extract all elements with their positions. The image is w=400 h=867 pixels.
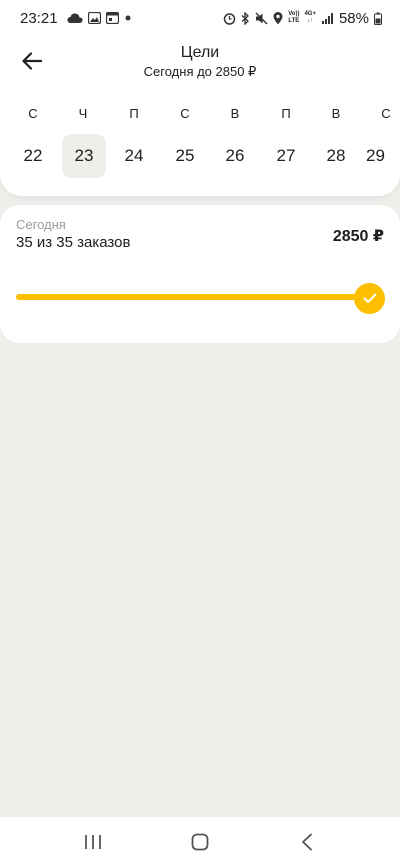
location-icon: [273, 11, 283, 25]
mute-icon: [255, 12, 268, 25]
page-subtitle: Сегодня до 2850 ₽: [143, 64, 257, 79]
goal-period-label: Сегодня: [16, 217, 66, 232]
volte-indicator: Vo)) LTE: [288, 11, 299, 25]
calendar-day[interactable]: 22: [11, 134, 55, 178]
network-indicator: 4G+ ↓↑: [304, 11, 316, 25]
calendar-day[interactable]: 25: [163, 134, 207, 178]
calendar-day[interactable]: 29: [366, 134, 400, 178]
weekday-label: С: [180, 106, 190, 121]
network-arrows: ↓↑: [307, 18, 314, 24]
page-title: Цели: [180, 44, 220, 61]
recent-apps-icon: [85, 835, 102, 849]
dot-icon: [124, 14, 132, 22]
back-nav-icon: [301, 833, 312, 851]
goals-header-card: Цели Сегодня до 2850 ₽ С Ч П С В П В С 2…: [0, 36, 400, 196]
progress-fill: [16, 294, 370, 300]
home-icon: [191, 833, 209, 851]
weekday-label: В: [230, 106, 240, 121]
check-icon: [363, 293, 376, 303]
weekday-label: С: [28, 106, 38, 121]
status-right: Vo)) LTE 4G+ ↓↑ 58%: [223, 10, 382, 27]
home-button[interactable]: [180, 822, 220, 862]
weekday-label: С: [381, 106, 391, 121]
calendar-day[interactable]: 27: [264, 134, 308, 178]
calendar-day-selected[interactable]: 23: [62, 134, 106, 178]
battery-percent: 58%: [338, 9, 369, 27]
recent-apps-button[interactable]: [73, 822, 113, 862]
gallery-icon: [87, 12, 101, 24]
calendar-icon: [105, 12, 119, 24]
calendar-day[interactable]: 28: [314, 134, 358, 178]
status-bar: 23:21 Vo)) LTE 4G+ ↓↑ 58%: [0, 0, 400, 36]
volte-top: Vo)): [288, 11, 300, 17]
goal-progress-card[interactable]: Сегодня 35 из 35 заказов 2850 ₽: [0, 205, 400, 343]
network-type: 4G+: [304, 11, 316, 17]
goal-complete-badge: [354, 283, 385, 314]
bluetooth-icon: [241, 11, 250, 25]
status-left: 23:21: [20, 10, 132, 27]
progress-track: [16, 294, 370, 300]
calendar-day[interactable]: 26: [213, 134, 257, 178]
weekday-label: Ч: [78, 106, 88, 121]
battery-icon: [374, 12, 382, 25]
signal-icon: [321, 12, 334, 25]
weekday-label: В: [331, 106, 341, 121]
weekday-label: П: [281, 106, 291, 121]
system-nav-bar: [0, 817, 400, 867]
calendar-day[interactable]: 24: [112, 134, 156, 178]
weekday-label: П: [129, 106, 139, 121]
alarm-icon: [223, 12, 236, 25]
status-time: 23:21: [20, 9, 58, 27]
volte-bottom: LTE: [288, 18, 300, 24]
goal-amount: 2850 ₽: [332, 228, 384, 245]
cloud-icon: [66, 12, 83, 24]
orders-count: 35 из 35 заказов: [16, 234, 131, 251]
back-nav-button[interactable]: [287, 822, 327, 862]
